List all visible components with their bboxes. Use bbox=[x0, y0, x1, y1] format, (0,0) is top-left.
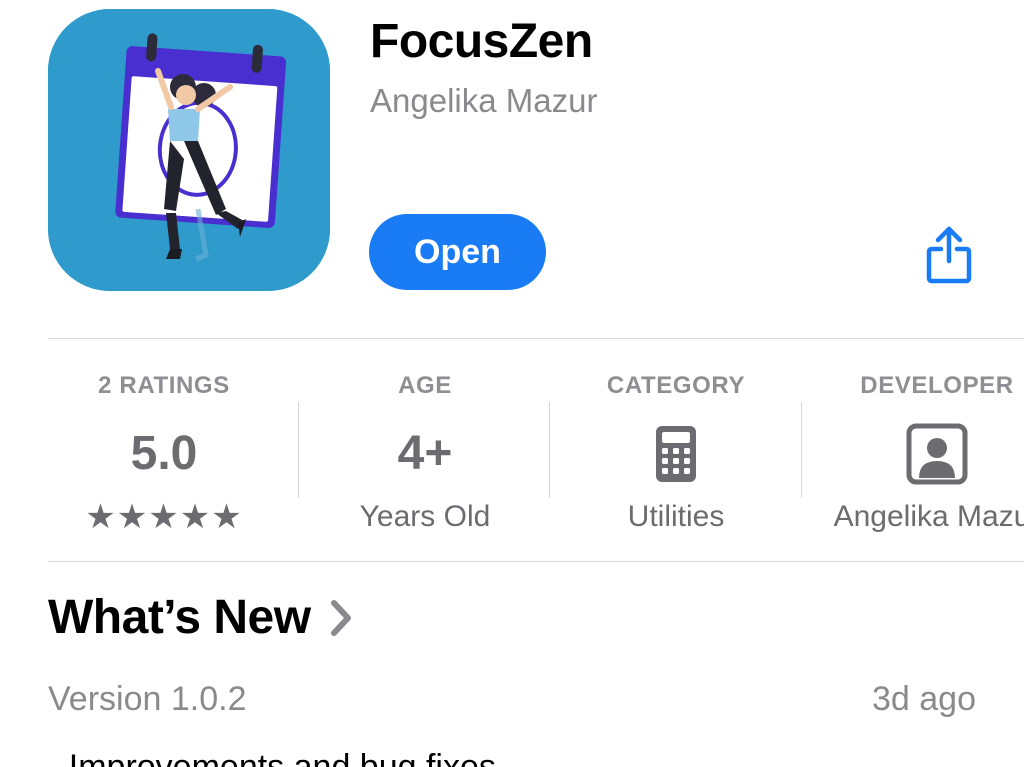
info-developer[interactable]: DEVELOPER Angelika Mazur bbox=[812, 368, 1024, 538]
release-date: 3d ago bbox=[872, 680, 976, 718]
release-notes: - Improvements and bug fixes bbox=[48, 748, 496, 767]
share-button[interactable] bbox=[922, 222, 976, 288]
person-icon bbox=[812, 422, 1024, 486]
chevron-right-icon bbox=[329, 599, 353, 637]
info-ratings[interactable]: 2 RATINGS 5.0 ★★★★★ bbox=[48, 368, 280, 538]
app-title: FocusZen bbox=[370, 15, 593, 68]
age-sub: Years Old bbox=[359, 500, 491, 533]
share-icon bbox=[926, 226, 972, 284]
rating-stars: ★★★★★ bbox=[85, 498, 243, 536]
app-icon bbox=[48, 9, 330, 291]
rating-value: 5.0 bbox=[130, 427, 198, 480]
info-age[interactable]: AGE 4+ Years Old bbox=[310, 368, 540, 538]
app-icon-illustration bbox=[48, 9, 330, 291]
age-value: 4+ bbox=[397, 427, 453, 480]
info-category[interactable]: CATEGORY Utilities bbox=[560, 368, 792, 538]
info-age-header: AGE bbox=[398, 372, 452, 399]
info-developer-header: DEVELOPER bbox=[860, 372, 1014, 399]
divider bbox=[48, 338, 1024, 339]
developer-value: Angelika Mazur bbox=[833, 500, 1024, 533]
category-value: Utilities bbox=[627, 500, 725, 533]
info-separator bbox=[298, 402, 299, 498]
app-store-page: FocusZen Angelika Mazur Open 2 RATINGS 5… bbox=[0, 0, 1024, 767]
info-separator bbox=[801, 402, 802, 498]
whats-new-link[interactable]: What’s New bbox=[48, 590, 353, 645]
info-separator bbox=[549, 402, 550, 498]
whats-new-title: What’s New bbox=[48, 591, 311, 644]
info-category-header: CATEGORY bbox=[606, 372, 746, 399]
app-developer-link[interactable]: Angelika Mazur bbox=[370, 82, 597, 120]
version-label: Version 1.0.2 bbox=[48, 680, 247, 718]
open-button[interactable]: Open bbox=[369, 214, 546, 290]
info-ratings-header: 2 RATINGS bbox=[98, 372, 230, 399]
divider bbox=[48, 561, 1024, 562]
calculator-icon bbox=[560, 422, 792, 486]
